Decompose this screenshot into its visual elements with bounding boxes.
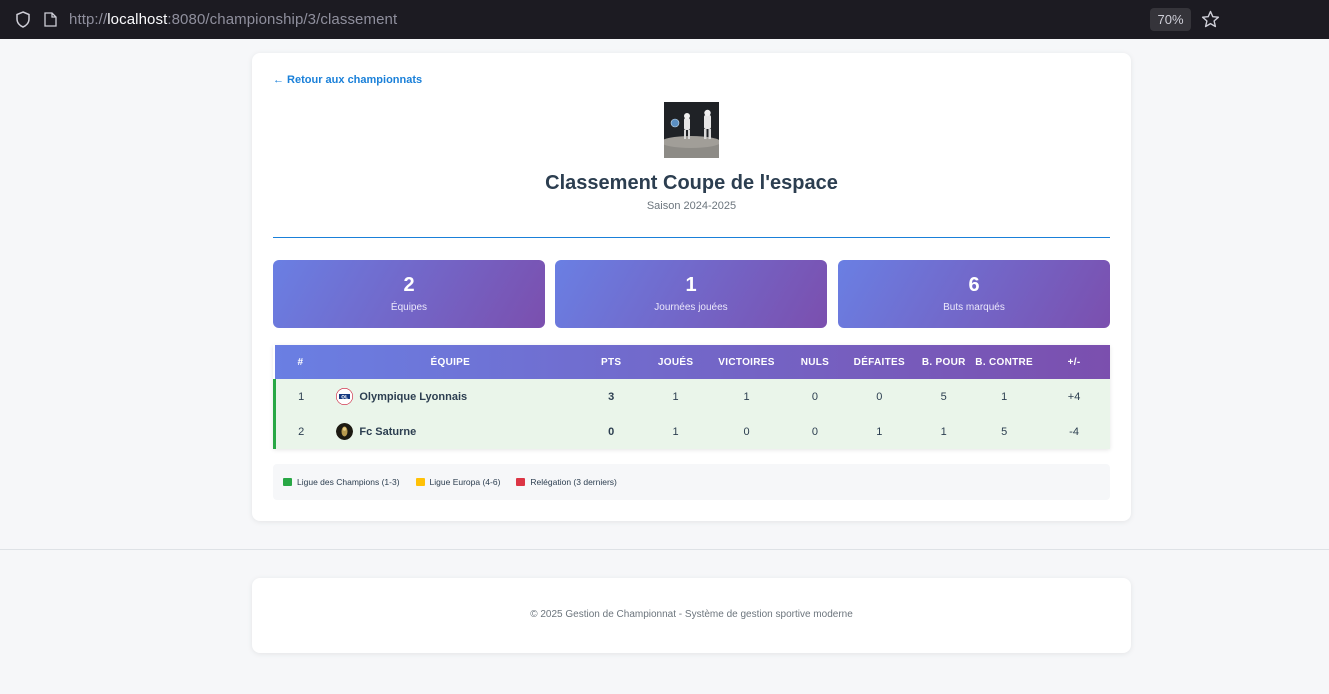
table-row: 2 Fc Saturne 0 1 0 0 1 1 5 -4 bbox=[273, 414, 1110, 449]
zoom-level-badge[interactable]: 70% bbox=[1150, 8, 1191, 31]
stat-card-goals: 6 Buts marqués bbox=[838, 260, 1110, 328]
olympique-lyonnais-logo: OL bbox=[336, 388, 354, 405]
column-header-goal-diff: +/- bbox=[1067, 356, 1081, 368]
team-cell: OL Olympique Lyonnais bbox=[326, 379, 575, 414]
played-cell: 1 bbox=[672, 425, 679, 438]
goals-against-cell: 1 bbox=[1001, 390, 1008, 403]
page-divider bbox=[0, 549, 1329, 550]
page-title: Classement Coupe de l'espace bbox=[545, 172, 838, 194]
footer-copyright: © 2025 Gestion de Championnat - Système … bbox=[530, 609, 853, 620]
legend-item-relegation: Relégation (3 derniers) bbox=[516, 477, 617, 487]
column-header-losses: DÉFAITES bbox=[853, 356, 905, 368]
table-row: 1 OL Olympique Lyonnais 3 1 1 0 0 5 1 +4 bbox=[273, 379, 1110, 414]
stat-value: 2 bbox=[403, 274, 415, 296]
points-cell: 0 bbox=[608, 425, 615, 438]
goal-diff-cell: +4 bbox=[1067, 390, 1081, 403]
back-to-championships-link[interactable]: ← Retour aux championnats bbox=[273, 74, 422, 86]
draws-cell: 0 bbox=[811, 390, 818, 403]
rank-cell: 2 bbox=[273, 414, 327, 449]
wins-cell: 1 bbox=[743, 390, 750, 403]
svg-text:OL: OL bbox=[342, 394, 349, 400]
legend-item-europa-league: Ligue Europa (4-6) bbox=[415, 477, 501, 487]
goal-diff-cell: -4 bbox=[1069, 425, 1079, 438]
standings-table: # ÉQUIPE PTS JOUÉS VICTOIRES NULS DÉFAIT… bbox=[273, 345, 1110, 449]
season-label: Saison 2024-2025 bbox=[646, 200, 737, 212]
column-header-goals-against: B. CONTRE bbox=[975, 356, 1033, 368]
rank-cell: 1 bbox=[273, 379, 327, 414]
footer: © 2025 Gestion de Championnat - Système … bbox=[252, 578, 1131, 653]
column-header-draws: NULS bbox=[800, 356, 830, 368]
column-header-points: PTS bbox=[601, 356, 622, 368]
address-bar[interactable]: http://localhost:8080/championship/3/cla… bbox=[0, 0, 1227, 39]
goals-for-cell: 1 bbox=[940, 425, 947, 438]
legend-swatch bbox=[415, 478, 425, 486]
title-divider bbox=[273, 237, 1110, 238]
legend-label: Ligue Europa (4-6) bbox=[429, 477, 501, 487]
stat-value: 1 bbox=[685, 274, 697, 296]
team-name[interactable]: Olympique Lyonnais bbox=[359, 391, 467, 403]
stat-label: Équipes bbox=[390, 302, 428, 313]
column-header-wins: VICTOIRES bbox=[718, 356, 775, 368]
legend-label: Relégation (3 derniers) bbox=[530, 477, 617, 487]
stat-card-teams: 2 Équipes bbox=[273, 260, 545, 328]
column-header-played: JOUÉS bbox=[657, 356, 694, 368]
legend-item-champions-league: Ligue des Champions (1-3) bbox=[283, 477, 400, 487]
played-cell: 1 bbox=[672, 390, 679, 403]
stat-label: Buts marqués bbox=[943, 302, 1005, 313]
legend-label: Ligue des Champions (1-3) bbox=[297, 477, 400, 487]
stat-value: 6 bbox=[968, 274, 980, 296]
column-header-rank: # bbox=[297, 356, 304, 368]
losses-cell: 1 bbox=[876, 425, 883, 438]
stat-label: Journées jouées bbox=[654, 302, 728, 313]
standings-card: ← Retour aux championnats Classement Cou… bbox=[252, 53, 1131, 521]
legend-swatch bbox=[283, 478, 292, 486]
goals-for-cell: 5 bbox=[940, 390, 947, 403]
legend-swatch bbox=[516, 478, 526, 486]
url-text[interactable]: http://localhost:8080/championship/3/cla… bbox=[69, 11, 397, 28]
draws-cell: 0 bbox=[811, 425, 818, 438]
wins-cell: 0 bbox=[743, 425, 750, 438]
column-header-team: ÉQUIPE bbox=[430, 356, 471, 368]
page-icon bbox=[44, 12, 57, 27]
team-name[interactable]: Fc Saturne bbox=[359, 426, 416, 438]
championship-logo bbox=[664, 102, 719, 158]
qualification-legend: Ligue des Champions (1-3) Ligue Europa (… bbox=[273, 464, 1110, 500]
points-cell: 3 bbox=[608, 390, 615, 403]
losses-cell: 0 bbox=[876, 390, 883, 403]
bookmark-star-icon[interactable] bbox=[1201, 10, 1220, 29]
shield-icon[interactable] bbox=[15, 11, 31, 28]
team-cell: Fc Saturne bbox=[326, 414, 575, 449]
fc-saturne-logo bbox=[336, 423, 354, 440]
table-header-row: # ÉQUIPE PTS JOUÉS VICTOIRES NULS DÉFAIT… bbox=[274, 345, 1110, 379]
goals-against-cell: 5 bbox=[1001, 425, 1008, 438]
column-header-goals-for: B. POUR bbox=[921, 356, 966, 368]
stat-card-matchdays: 1 Journées jouées bbox=[555, 260, 827, 328]
browser-toolbar: http://localhost:8080/championship/3/cla… bbox=[0, 0, 1329, 39]
